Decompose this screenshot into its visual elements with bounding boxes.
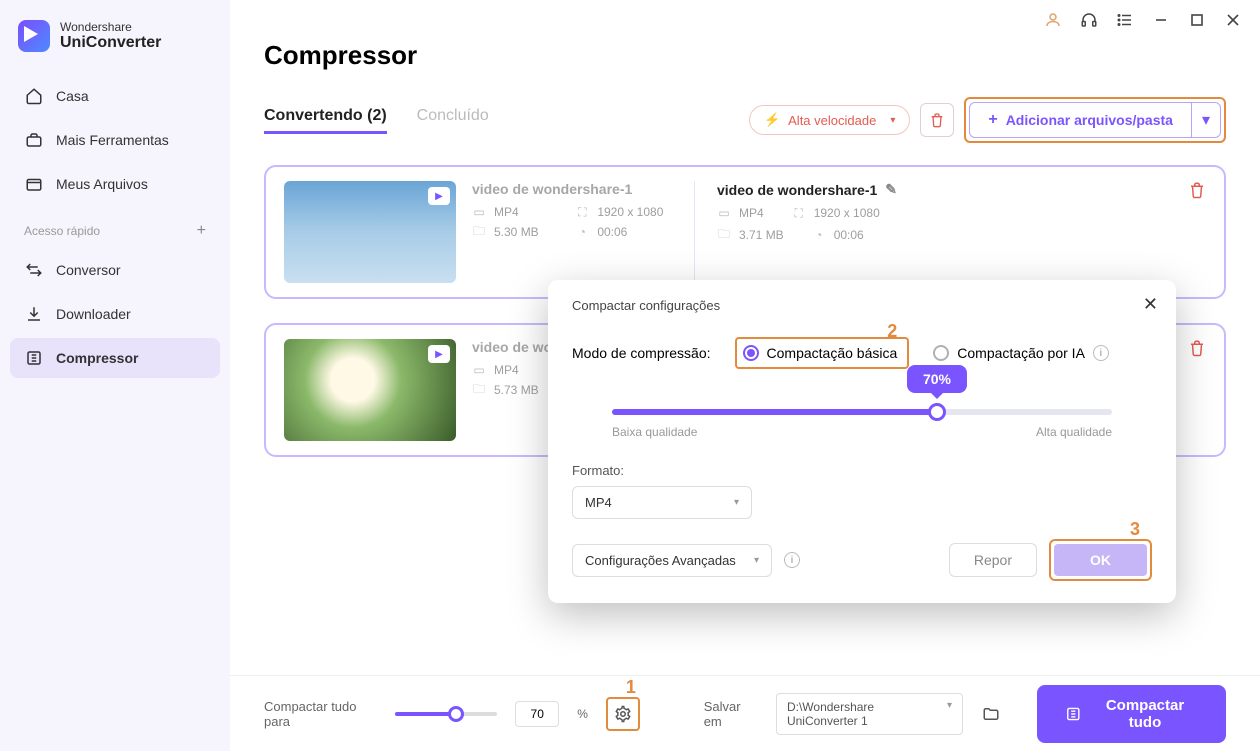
sidebar-item-label: Casa [56,88,89,104]
percent-label: % [577,707,588,721]
slider-handle[interactable] [448,706,464,722]
radio-basic-compression[interactable]: 2 Compactação básica [735,337,910,369]
low-quality-label: Baixa qualidade [612,425,697,439]
quick-access-label: Acesso rápido [24,224,100,238]
sidebar-item-tools[interactable]: Mais Ferramentas [10,120,220,160]
brand: Wondershare UniConverter [10,20,220,76]
compress-all-label: Compactar tudo para [264,699,377,729]
play-icon: ▶ [428,345,450,363]
home-icon [24,86,44,106]
tab-done[interactable]: Concluído [417,107,489,134]
callout-2: 2 [887,321,897,342]
format-label: Formato: [572,463,1152,478]
divider [694,181,695,283]
brand-line2: UniConverter [60,34,161,52]
resolution-icon: ⛶ [575,205,589,219]
folder-icon [24,174,44,194]
sidebar: Wondershare UniConverter Casa Mais Ferra… [0,0,230,751]
duration-icon: ◔ [812,228,826,242]
play-icon: ▶ [428,187,450,205]
sidebar-item-label: Mais Ferramentas [56,132,169,148]
radio-ai-compression[interactable]: Compactação por IA i [933,345,1109,361]
download-icon [24,304,44,324]
add-files-dropdown[interactable]: ▾ [1192,102,1221,138]
sidebar-item-label: Meus Arquivos [56,176,148,192]
info-icon[interactable]: i [1093,345,1109,361]
reset-button[interactable]: Repor [949,543,1037,577]
add-files-button[interactable]: Adicionar arquivos/pasta [969,102,1192,138]
video-thumbnail[interactable]: ▶ [284,339,456,441]
video-icon: ▭ [717,206,731,220]
slider-value-badge: 70% [907,365,967,393]
video-thumbnail[interactable]: ▶ [284,181,456,283]
sidebar-item-converter[interactable]: Conversor [10,250,220,290]
compress-all-button[interactable]: Compactar tudo [1037,685,1226,743]
open-folder-button[interactable] [981,703,1001,725]
callout-1: 1 [626,677,636,698]
video-icon: ▭ [472,363,486,377]
save-to-label: Salvar em [704,699,758,729]
high-speed-toggle[interactable]: Alta velocidade [749,105,910,135]
quality-slider[interactable]: 70% [612,409,1112,415]
filesize-icon: 🗀 [472,383,486,397]
sidebar-item-label: Downloader [56,306,131,322]
compressor-icon [24,348,44,368]
advanced-settings-select[interactable]: Configurações Avançadas [572,544,772,577]
converter-icon [24,260,44,280]
format-select[interactable]: MP4 [572,486,752,519]
slider-handle[interactable] [928,403,946,421]
sidebar-item-downloader[interactable]: Downloader [10,294,220,334]
filesize-icon: 🗀 [717,228,731,242]
toolbox-icon [24,130,44,150]
settings-button[interactable] [612,703,634,725]
brand-line1: Wondershare [60,21,161,34]
sidebar-item-label: Compressor [56,350,138,366]
filesize-icon: 🗀 [472,225,486,239]
tab-converting[interactable]: Convertendo (2) [264,107,387,134]
sidebar-item-compressor[interactable]: Compressor [10,338,220,378]
edit-icon[interactable]: ✎ [885,181,897,198]
bottom-bar: Compactar tudo para 70 % 1 Salvar em D:\… [230,675,1260,751]
popup-close-button[interactable]: ✕ [1143,294,1158,315]
sidebar-item-myfiles[interactable]: Meus Arquivos [10,164,220,204]
radio-off-icon [933,345,949,361]
delete-file-button[interactable] [1188,181,1206,199]
file-card: ▶ video de wondershare-1 ▭MP4 ⛶1920 x 10… [264,165,1226,299]
callout-3: 3 [1130,519,1140,540]
quick-add-icon[interactable]: + [197,222,206,240]
bottom-slider[interactable] [395,712,497,716]
percent-input[interactable]: 70 [515,701,559,727]
video-icon: ▭ [472,205,486,219]
brand-logo-icon [18,20,50,52]
sidebar-item-label: Conversor [56,262,121,278]
compress-settings-popup: Compactar configurações ✕ Modo de compre… [548,280,1176,603]
duration-icon: ◔ [575,225,589,239]
save-path-select[interactable]: D:\Wondershare UniConverter 1 [776,693,963,735]
resolution-icon: ⛶ [792,206,806,220]
ok-button[interactable]: OK [1054,544,1147,576]
delete-all-button[interactable] [920,103,954,137]
popup-title: Compactar configurações [572,298,1152,313]
mode-label: Modo de compressão: [572,345,711,361]
high-quality-label: Alta qualidade [1036,425,1112,439]
radio-on-icon [743,345,759,361]
sidebar-item-home[interactable]: Casa [10,76,220,116]
dest-title: video de wondershare-1 [717,182,877,198]
compress-icon [1065,705,1082,723]
info-icon[interactable]: i [784,552,800,568]
page-title: Compressor [264,40,1226,71]
source-title: video de wondershare-1 [472,181,672,197]
delete-file-button[interactable] [1188,339,1206,357]
